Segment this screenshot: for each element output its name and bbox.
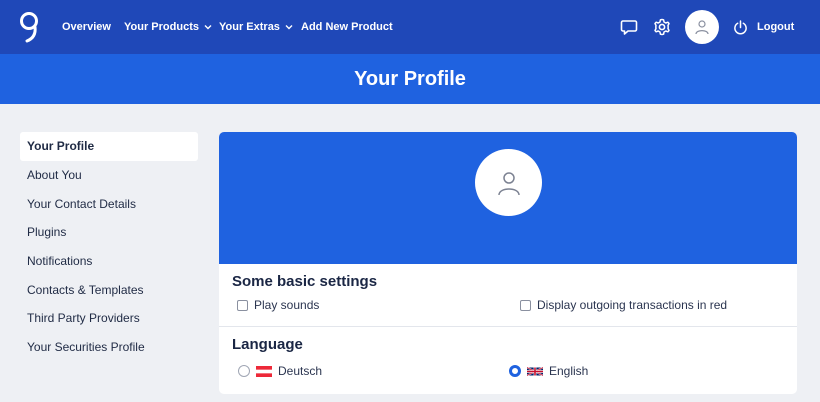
play-sounds-label: Play sounds (254, 298, 320, 312)
outgoing-red-checkbox[interactable]: Display outgoing transactions in red (520, 298, 727, 312)
play-sounds-checkbox[interactable]: Play sounds (237, 298, 319, 312)
radio-button-selected[interactable] (509, 365, 521, 377)
power-icon (734, 19, 747, 34)
sidebar-item-notifications[interactable]: Notifications (20, 247, 198, 276)
profile-header (219, 132, 797, 264)
nav-overview-label: Overview (62, 21, 111, 33)
radio-button[interactable] (238, 365, 250, 377)
language-label-english: English (549, 364, 589, 378)
logo-icon[interactable] (18, 11, 40, 43)
language-option-deutsch[interactable]: Deutsch (238, 364, 322, 378)
chevron-down-icon (204, 25, 212, 30)
gear-icon[interactable] (652, 17, 672, 37)
sidebar-item-securities-profile[interactable]: Your Securities Profile (20, 333, 198, 362)
user-icon (695, 20, 709, 35)
uk-flag-icon (527, 366, 543, 376)
chat-icon[interactable] (619, 17, 639, 37)
user-avatar-button[interactable] (685, 10, 719, 44)
nav-overview[interactable]: Overview (62, 0, 111, 54)
logout-label: Logout (757, 21, 795, 33)
language-label-deutsch: Deutsch (278, 364, 323, 378)
sidebar-item-about-you[interactable]: About You (20, 161, 198, 190)
nav-your-extras[interactable]: Your Extras (219, 0, 293, 54)
language-heading: Language (232, 336, 303, 353)
sidebar-item-contact-details[interactable]: Your Contact Details (20, 189, 198, 218)
user-icon (497, 171, 520, 195)
logout-button[interactable]: Logout (733, 0, 794, 54)
outgoing-red-label: Display outgoing transactions in red (537, 298, 728, 312)
page-title: Your Profile (354, 67, 466, 90)
nav-your-products-label: Your Products (124, 21, 199, 33)
chevron-down-icon (285, 25, 293, 30)
profile-card: Some basic settings Play sounds Display … (219, 132, 797, 394)
nav-add-new-product-label: Add New Product (301, 21, 393, 33)
nav-your-extras-label: Your Extras (219, 21, 280, 33)
sidebar-item-your-profile[interactable]: Your Profile (20, 132, 198, 161)
page-banner: Your Profile (0, 54, 820, 104)
nav-your-products[interactable]: Your Products (124, 0, 212, 54)
nav-add-new-product[interactable]: Add New Product (301, 0, 393, 54)
language-option-english[interactable]: English (509, 364, 588, 378)
profile-picture[interactable] (475, 149, 542, 216)
section-divider (219, 326, 797, 327)
austria-flag-icon (256, 365, 272, 377)
sidebar-item-third-party-providers[interactable]: Third Party Providers (20, 304, 198, 333)
sidebar-item-plugins[interactable]: Plugins (20, 218, 198, 247)
top-navbar: Overview Your Products Your Extras Add N… (0, 0, 820, 54)
basic-settings-heading: Some basic settings (232, 273, 378, 290)
checkbox-box[interactable] (237, 299, 248, 311)
checkbox-box[interactable] (520, 299, 531, 311)
sidebar-item-contacts-templates[interactable]: Contacts & Templates (20, 275, 198, 304)
sidebar: Your Profile About You Your Contact Deta… (20, 132, 198, 362)
